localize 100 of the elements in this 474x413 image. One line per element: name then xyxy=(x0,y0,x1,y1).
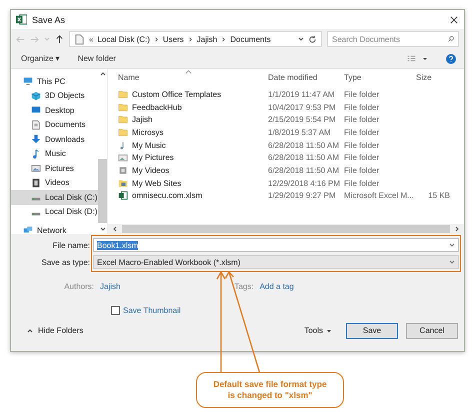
column-header[interactable]: Size xyxy=(416,72,450,82)
field-label: Tags: xyxy=(234,282,254,290)
sidebar-item[interactable]: Local Disk (D:) xyxy=(11,204,98,219)
chevron-up-icon xyxy=(27,328,33,334)
date-cell-text: 2/15/2019 5:54 PM xyxy=(268,115,337,124)
type-cell-text: File folder xyxy=(344,128,380,137)
field-label: Save as type: xyxy=(42,258,90,266)
type-cell-text: File folder xyxy=(344,140,380,150)
sidebar-item[interactable]: Videos xyxy=(11,176,98,190)
dropdown-caret-icon[interactable] xyxy=(298,36,304,42)
pictures-icon xyxy=(118,153,128,162)
column-header[interactable]: Type xyxy=(344,72,416,82)
caret-icon xyxy=(326,328,332,334)
view-options-icon[interactable] xyxy=(407,54,416,63)
callout-note: Default save file format type is changed to "xlsm" xyxy=(196,372,344,408)
breadcrumb-item[interactable]: Jajish xyxy=(196,34,218,44)
breadcrumb-item[interactable]: Users xyxy=(162,34,184,44)
pictures-icon xyxy=(31,163,41,174)
sidebar-item[interactable]: Network xyxy=(11,223,98,238)
cancel-button[interactable]: Cancel xyxy=(406,322,458,338)
sidebar-item[interactable]: 3D Objects xyxy=(11,88,98,103)
caret-icon[interactable] xyxy=(422,56,428,62)
help-icon[interactable] xyxy=(446,54,456,64)
chevron-icon xyxy=(221,36,226,42)
file-name-cell[interactable]: omnisecu.com.xlsm xyxy=(108,191,268,200)
checkbox-label[interactable]: Save Thumbnail xyxy=(123,306,181,314)
sidebar-item[interactable]: Downloads xyxy=(11,132,98,146)
organize-menu[interactable]: Organize ▾ xyxy=(21,54,60,63)
document-icon xyxy=(74,34,85,44)
sidebar-item[interactable]: This PC xyxy=(11,74,98,88)
dropdown-caret-icon xyxy=(449,259,455,265)
window-title: Save As xyxy=(32,14,66,24)
type-cell-text: File folder xyxy=(344,115,380,124)
sidebar-item[interactable]: Pictures xyxy=(11,161,98,176)
type-cell-text: File folder xyxy=(344,178,380,188)
save-button[interactable]: Save xyxy=(346,322,398,338)
search-icon xyxy=(448,36,454,42)
date-cell-text: 6/28/2018 11:50 AM xyxy=(268,140,340,150)
new-folder-button[interactable]: New folder xyxy=(78,54,116,63)
field-label: File name: xyxy=(52,240,90,250)
dropdown-caret-icon[interactable] xyxy=(449,242,455,248)
close-icon[interactable] xyxy=(450,16,458,24)
scrollbar-thumb[interactable] xyxy=(122,225,450,233)
up-arrow-icon[interactable] xyxy=(55,34,64,44)
tags-link[interactable]: Add a tag xyxy=(260,282,294,290)
refresh-icon[interactable] xyxy=(308,34,317,44)
date-cell-text: 10/4/2017 9:53 PM xyxy=(268,102,337,112)
sidebar-item[interactable]: Documents xyxy=(11,118,98,132)
file-name-cell[interactable]: Custom Office Templates xyxy=(108,90,268,99)
file-name-cell[interactable]: Jajish xyxy=(108,115,268,124)
sort-caret-icon xyxy=(185,70,192,74)
file-type-dropdown[interactable]: Excel Macro-Enabled Workbook (*.xlsm) xyxy=(93,255,459,269)
type-cell-text: File folder xyxy=(344,90,380,99)
sidebar-item[interactable]: Local Disk (C:) xyxy=(11,190,98,204)
overflow-chevron[interactable]: « xyxy=(89,34,94,44)
date-cell-text: 6/28/2018 11:50 AM xyxy=(268,166,340,175)
date-cell-text: 1/1/2019 11:47 AM xyxy=(268,90,336,99)
download-icon xyxy=(31,134,41,144)
chevron-icon xyxy=(154,36,159,42)
scroll-left-icon[interactable] xyxy=(112,226,118,232)
column-header[interactable]: Name xyxy=(108,72,268,82)
file-name-field[interactable]: Book1.xlsm xyxy=(93,238,459,252)
file-name-cell[interactable]: My Web Sites xyxy=(108,178,268,188)
type-cell-text: File folder xyxy=(344,153,380,162)
tools-menu[interactable]: Tools xyxy=(304,326,332,335)
date-cell-text: 1/29/2019 9:27 PM xyxy=(268,191,337,200)
date-cell-text: 1/8/2019 5:37 AM xyxy=(268,128,332,137)
breadcrumb-item[interactable]: Local Disk (C:) xyxy=(97,34,150,44)
scroll-up-icon[interactable] xyxy=(100,71,106,77)
date-cell-text: 12/29/2018 4:16 PM xyxy=(268,178,342,188)
scroll-down-icon[interactable] xyxy=(100,226,106,232)
music-note-icon xyxy=(31,148,41,159)
type-cell-text: Microsoft Excel M... xyxy=(344,191,415,200)
desktop-icon xyxy=(31,105,41,116)
scroll-right-icon[interactable] xyxy=(454,226,460,232)
size-cell-text: 15 KB xyxy=(427,191,450,200)
monitor-icon xyxy=(23,76,33,86)
file-name-cell[interactable]: FeedbackHub xyxy=(108,102,268,112)
sidebar-item[interactable]: Music xyxy=(11,146,98,161)
file-name-cell[interactable]: My Music xyxy=(108,140,268,150)
scrollbar-thumb[interactable] xyxy=(98,158,107,224)
checkbox[interactable] xyxy=(111,306,120,314)
excel-icon xyxy=(16,14,27,25)
column-header[interactable]: Date modified xyxy=(268,72,344,82)
type-cell-text: File folder xyxy=(344,166,380,175)
film-icon xyxy=(31,178,41,188)
cube-icon xyxy=(31,90,41,101)
document-icon xyxy=(31,120,41,130)
file-name-cell[interactable]: Microsys xyxy=(108,128,268,137)
hide-folders-toggle[interactable]: Hide Folders xyxy=(27,326,84,335)
network-icon xyxy=(23,225,33,236)
sidebar-item[interactable]: Desktop xyxy=(11,103,98,118)
search-field[interactable]: Search Documents xyxy=(327,31,459,47)
file-name-cell[interactable]: My Pictures xyxy=(108,153,268,162)
address-bar[interactable]: « Local Disk (C:) Users Jajish Documents xyxy=(69,31,322,47)
date-cell-text: 6/28/2018 11:50 AM xyxy=(268,153,340,162)
file-name-cell[interactable]: My Videos xyxy=(108,166,268,175)
excel-file-icon xyxy=(118,191,128,200)
authors-link[interactable]: Jajish xyxy=(100,282,120,290)
breadcrumb-item[interactable]: Documents xyxy=(230,34,271,44)
